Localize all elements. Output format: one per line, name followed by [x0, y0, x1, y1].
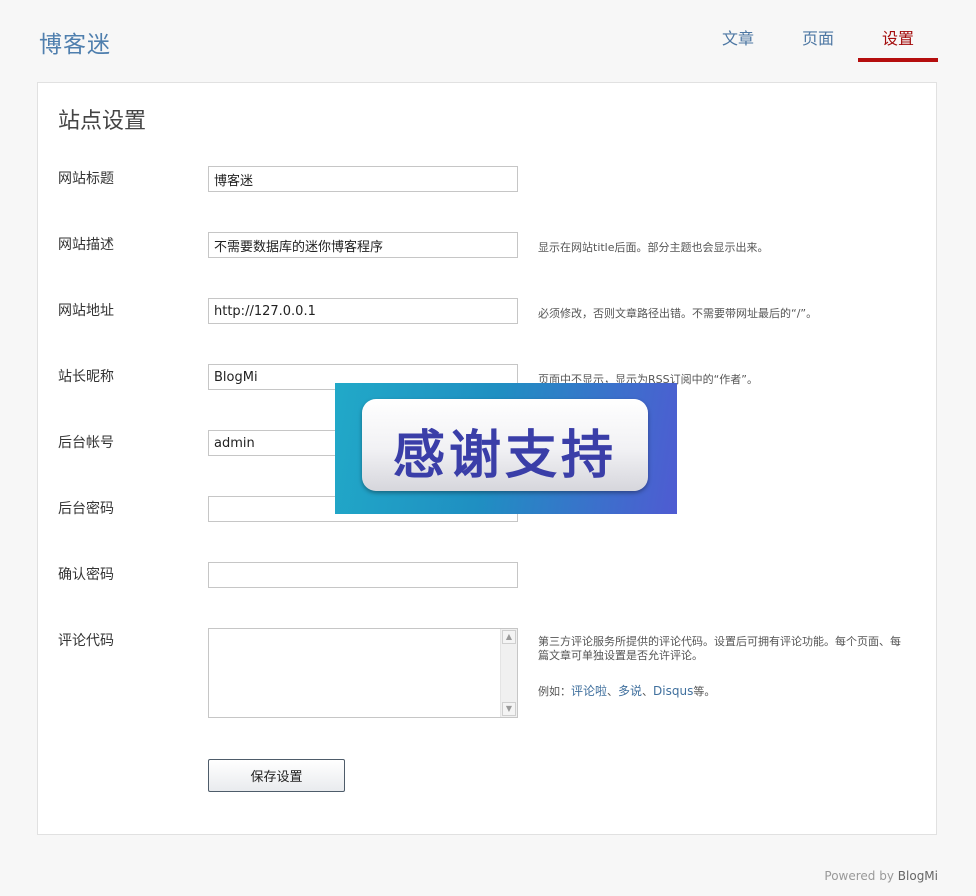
scroll-down-icon[interactable]: ▼ — [502, 702, 516, 716]
account-label: 后台帐号 — [58, 435, 114, 451]
example-link-duoshuo[interactable]: 多说 — [618, 684, 642, 698]
example-link-pinglunla[interactable]: 评论啦 — [571, 684, 607, 698]
comment-examples: 例如：评论啦、多说、Disqus等。 — [538, 684, 715, 699]
examples-separator: 、 — [642, 685, 654, 698]
thanks-banner-text: 感谢支持 — [392, 426, 617, 486]
examples-separator: 、 — [607, 685, 619, 698]
examples-prefix: 例如： — [538, 685, 571, 698]
nickname-label: 站长昵称 — [58, 369, 114, 385]
site-desc-input[interactable] — [208, 232, 518, 258]
password-confirm-input[interactable] — [208, 562, 518, 588]
tab-pages[interactable]: 页面 — [778, 26, 858, 62]
thanks-banner-plate: 感谢支持 — [362, 399, 648, 491]
password-confirm-label: 确认密码 — [58, 567, 114, 583]
site-url-label: 网站地址 — [58, 303, 114, 319]
save-button[interactable]: 保存设置 — [208, 759, 345, 792]
site-logo[interactable]: 博客迷 — [39, 25, 111, 59]
tab-articles[interactable]: 文章 — [698, 26, 778, 62]
site-url-hint: 必须修改，否则文章路径出错。不需要带网址最后的“/”。 — [538, 307, 818, 320]
site-desc-label: 网站描述 — [58, 237, 114, 253]
site-title-input[interactable] — [208, 166, 518, 192]
examples-suffix: 等。 — [693, 685, 716, 698]
footer-brand: BlogMi — [897, 869, 938, 883]
site-url-input[interactable] — [208, 298, 518, 324]
tab-settings[interactable]: 设置 — [858, 26, 938, 62]
page-title: 站点设置 — [58, 109, 147, 134]
scroll-up-icon[interactable]: ▲ — [502, 630, 516, 644]
comment-code-textarea[interactable] — [209, 629, 501, 717]
footer: Powered by BlogMi — [824, 869, 938, 883]
comment-code-scrollbar[interactable]: ▲ ▼ — [500, 629, 517, 717]
top-nav: 文章 页面 设置 — [698, 26, 938, 62]
example-link-disqus[interactable]: Disqus — [653, 684, 693, 698]
password-label: 后台密码 — [58, 501, 114, 517]
comment-code-box: ▲ ▼ — [208, 628, 518, 718]
comment-code-label: 评论代码 — [58, 633, 114, 649]
thanks-banner-image: 感谢支持 — [335, 383, 677, 514]
site-desc-hint: 显示在网站title后面。部分主题也会显示出来。 — [538, 241, 769, 254]
comment-code-hint: 第三方评论服务所提供的评论代码。设置后可拥有评论功能。每个页面、每篇文章可单独设… — [538, 635, 901, 662]
footer-prefix: Powered by — [824, 869, 898, 883]
site-title-label: 网站标题 — [58, 171, 114, 187]
